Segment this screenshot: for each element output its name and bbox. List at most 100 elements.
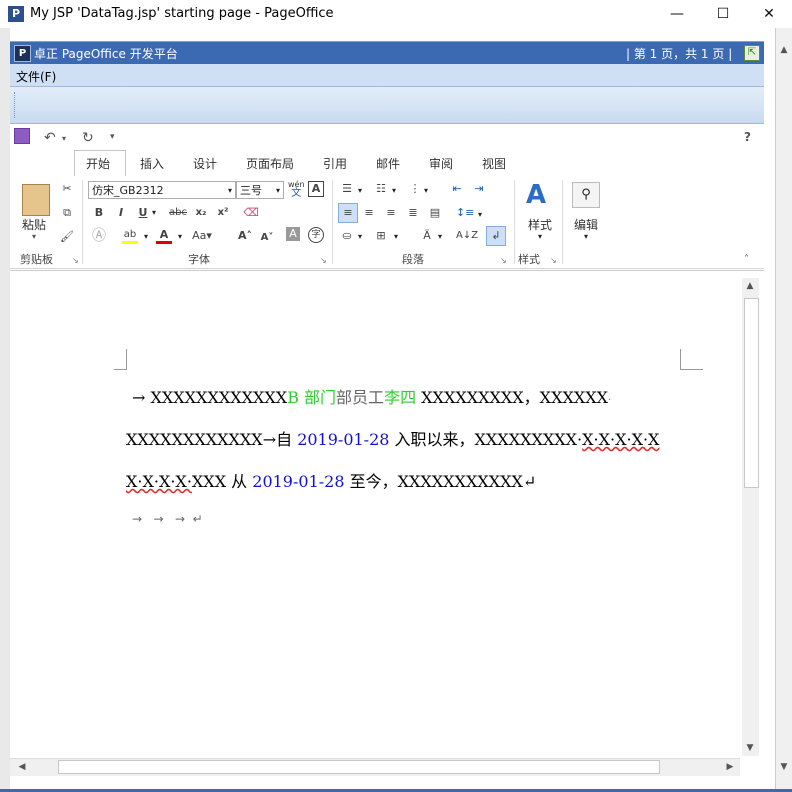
format-painter-icon[interactable]: 🖌	[58, 228, 76, 246]
from-date-field[interactable]: 2019-01-28	[252, 472, 344, 491]
copy-icon[interactable]: ⧉	[58, 204, 76, 222]
minimize-button[interactable]: —	[654, 0, 700, 28]
align-right-icon[interactable]: ≡	[382, 204, 400, 222]
expand-icon[interactable]: ⇱	[744, 45, 760, 61]
superscript-icon[interactable]: x²	[214, 204, 232, 222]
tab-home[interactable]: 开始	[86, 155, 110, 172]
styles-launcher-icon[interactable]: ↘	[550, 256, 557, 265]
strikethrough-icon[interactable]: abc	[166, 204, 190, 222]
help-button[interactable]: ?	[744, 130, 751, 144]
save-icon[interactable]	[14, 128, 30, 144]
highlight-icon[interactable]: ab	[122, 226, 138, 244]
maximize-button[interactable]: ☐	[700, 0, 746, 28]
scroll-left-icon[interactable]: ◀	[14, 759, 30, 775]
tab-view[interactable]: 视图	[482, 155, 506, 172]
underline-dropdown-icon[interactable]: ▾	[152, 208, 156, 217]
styles-dropdown-icon[interactable]: ▾	[538, 232, 542, 241]
scroll-down-icon[interactable]: ▼	[742, 740, 758, 756]
line-spacing-icon[interactable]: ↕≡	[456, 204, 474, 222]
paste-button[interactable]: 粘贴	[22, 216, 46, 233]
tab-page-layout[interactable]: 页面布局	[246, 155, 294, 172]
binoculars-icon[interactable]: ⚲	[572, 182, 600, 208]
grow-font-icon[interactable]: A˄	[236, 227, 254, 245]
undo-dropdown-icon[interactable]: ▾	[62, 134, 66, 143]
edit-dropdown-icon[interactable]: ▾	[584, 232, 588, 241]
tab-insert[interactable]: 插入	[140, 155, 164, 172]
tab-references[interactable]: 引用	[323, 155, 347, 172]
borders-icon[interactable]: ⊞	[372, 227, 390, 245]
font-launcher-icon[interactable]: ↘	[320, 256, 327, 265]
redo-icon[interactable]: ↻	[82, 130, 94, 146]
bold-icon[interactable]: B	[90, 204, 108, 222]
phonetic-guide-icon[interactable]: wén 文	[288, 180, 305, 199]
collapse-ribbon-icon[interactable]: ˄	[744, 254, 749, 265]
align-left-icon[interactable]: ≡	[338, 203, 358, 223]
character-shading-icon[interactable]: A	[286, 227, 300, 241]
multilevel-list-icon[interactable]: ⋮	[406, 180, 424, 198]
justify-icon[interactable]: ≣	[404, 204, 422, 222]
align-center-icon[interactable]: ≡	[360, 204, 378, 222]
pageoffice-header: P 卓正 PageOffice 开发平台 | 第 1 页，共 1 页 | ⇱	[10, 41, 764, 64]
scroll-up-icon[interactable]: ▲	[776, 42, 792, 58]
scroll-up-icon[interactable]: ▲	[742, 278, 758, 294]
change-case-icon[interactable]: Aa▾	[190, 227, 214, 245]
asian-layout-icon[interactable]: Ä	[418, 227, 436, 245]
clear-formatting-icon[interactable]: ⌫	[242, 204, 260, 222]
tab-review[interactable]: 审阅	[429, 155, 453, 172]
bullets-dropdown-icon[interactable]: ▾	[358, 186, 362, 195]
font-color-icon[interactable]: A	[156, 226, 172, 244]
shading-icon[interactable]: ⛀	[338, 227, 356, 245]
styles-button[interactable]: 样式	[528, 216, 552, 233]
chevron-down-icon[interactable]: ▾	[228, 182, 232, 200]
styles-icon[interactable]: A	[526, 180, 546, 210]
shrink-font-icon[interactable]: A˅	[258, 229, 276, 247]
vertical-scroll-thumb[interactable]	[744, 298, 759, 488]
distributed-icon[interactable]: ▤	[426, 204, 444, 222]
font-name-combo[interactable]: 仿宋_GB2312 ▾	[88, 181, 236, 199]
close-button[interactable]: ✕	[746, 0, 792, 28]
paste-icon[interactable]	[22, 184, 50, 216]
borders-dropdown-icon[interactable]: ▾	[394, 232, 398, 241]
font-size-combo[interactable]: 三号 ▾	[236, 181, 284, 199]
show-formatting-marks-icon[interactable]: ↲	[486, 226, 506, 246]
subscript-icon[interactable]: x₂	[192, 204, 210, 222]
enclose-characters-icon[interactable]: 字	[308, 227, 324, 243]
name-field[interactable]: 李四	[384, 388, 416, 407]
menu-file[interactable]: 文件(F)	[16, 68, 56, 85]
character-border-icon[interactable]: A	[308, 181, 324, 197]
underline-icon[interactable]: U	[134, 204, 152, 222]
undo-icon[interactable]: ↶	[44, 130, 56, 146]
numbering-icon[interactable]: ☷	[372, 180, 390, 198]
line-spacing-dropdown-icon[interactable]: ▾	[478, 210, 482, 219]
chevron-down-icon[interactable]: ▾	[276, 182, 280, 200]
italic-icon[interactable]: I	[112, 204, 130, 222]
toolbar-grip-handle[interactable]	[14, 92, 18, 118]
scroll-down-icon[interactable]: ▼	[776, 759, 792, 775]
outer-vertical-scrollbar[interactable]: ▲ ▼	[775, 28, 792, 792]
entry-date-field[interactable]: 2019-01-28	[297, 430, 389, 449]
bullets-icon[interactable]: ☰	[338, 180, 356, 198]
tab-design[interactable]: 设计	[193, 155, 217, 172]
paragraph-launcher-icon[interactable]: ↘	[500, 256, 507, 265]
decrease-indent-icon[interactable]: ⇤	[448, 180, 466, 198]
line2-mid: 入职以来，XXXXXXXXX·	[389, 430, 583, 449]
text-effects-icon[interactable]: Ⓐ	[90, 227, 108, 245]
increase-indent-icon[interactable]: ⇥	[470, 180, 488, 198]
numbering-dropdown-icon[interactable]: ▾	[392, 186, 396, 195]
asian-layout-dropdown-icon[interactable]: ▾	[438, 232, 442, 241]
clipboard-launcher-icon[interactable]: ↘	[72, 256, 79, 265]
sort-icon[interactable]: A↓Z	[456, 227, 478, 245]
tab-mailings[interactable]: 邮件	[376, 155, 400, 172]
document-area[interactable]: → XXXXXXXXXXXXB 部门部员工李四 XXXXXXXXX，XXXXXX…	[10, 270, 764, 759]
horizontal-scroll-thumb[interactable]	[58, 760, 660, 774]
customize-qat-icon[interactable]: ▾	[110, 132, 115, 142]
dept-field[interactable]: B 部门	[287, 388, 336, 407]
cut-icon[interactable]: ✂	[58, 180, 76, 198]
font-color-dropdown-icon[interactable]: ▾	[178, 232, 182, 241]
scroll-right-icon[interactable]: ▶	[722, 759, 738, 775]
highlight-dropdown-icon[interactable]: ▾	[144, 232, 148, 241]
multilevel-dropdown-icon[interactable]: ▾	[424, 186, 428, 195]
edit-button[interactable]: 编辑	[574, 216, 598, 233]
paste-dropdown-icon[interactable]: ▾	[32, 232, 36, 241]
shading-dropdown-icon[interactable]: ▾	[358, 232, 362, 241]
